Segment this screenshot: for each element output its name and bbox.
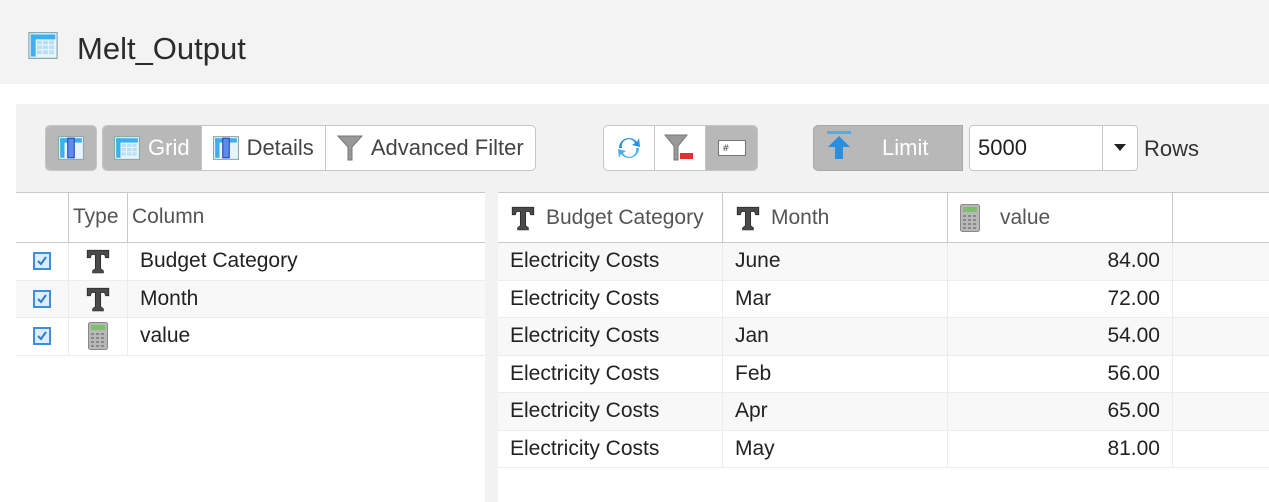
row-number-toggle[interactable]: # xyxy=(706,126,757,170)
column-row[interactable]: Month xyxy=(16,280,485,318)
column-row[interactable]: Budget Category xyxy=(16,243,485,281)
row-number-icon: # xyxy=(717,140,746,156)
columns-panel-header: Type Column xyxy=(16,193,485,243)
grid-header-month[interactable]: Month xyxy=(723,193,948,242)
cell-month: Feb xyxy=(723,355,948,392)
dropdown-arrow-icon[interactable] xyxy=(1103,126,1137,170)
refresh-button[interactable] xyxy=(604,126,655,170)
table-row[interactable]: Electricity Costs Mar 72.00 xyxy=(498,280,1269,318)
check-header xyxy=(16,193,69,242)
cell-month: May xyxy=(723,430,948,467)
column-view-icon xyxy=(58,136,84,160)
clear-filter-icon xyxy=(664,134,693,161)
cell-budget-category: Electricity Costs xyxy=(498,355,723,392)
columns-panel: Type Column Budget Category Month value xyxy=(16,192,485,502)
cell-filler xyxy=(1173,431,1269,468)
grid-actions: # xyxy=(603,125,758,171)
column-visible-checkbox[interactable] xyxy=(33,289,51,308)
limit-button[interactable]: Limit xyxy=(813,125,963,171)
content-area: Grid Details Advanced Filter # Limit 500… xyxy=(16,104,1269,502)
limit-label: Limit xyxy=(882,135,929,160)
checkmark-icon xyxy=(35,292,49,306)
grid-header-budget-category[interactable]: Budget Category xyxy=(498,193,723,242)
text-type-icon xyxy=(735,205,761,231)
cell-filler xyxy=(1173,281,1269,318)
column-name: value xyxy=(140,324,191,347)
cell-month: June xyxy=(723,243,948,280)
tab-details-label: Details xyxy=(246,135,314,160)
refresh-icon xyxy=(618,138,640,158)
cell-value: 56.00 xyxy=(948,355,1173,392)
title-bar: Melt_Output xyxy=(0,0,1269,84)
column-row[interactable]: value xyxy=(16,318,485,356)
tab-grid[interactable]: Grid xyxy=(103,126,202,170)
cell-month: Apr xyxy=(723,393,948,430)
tab-grid-label: Grid xyxy=(148,135,190,160)
header-label: Month xyxy=(771,205,830,229)
rows-label: Rows xyxy=(1144,136,1200,161)
column-view-button[interactable] xyxy=(46,126,96,170)
tab-advanced-filter-label: Advanced Filter xyxy=(370,135,524,160)
cell-value: 54.00 xyxy=(948,318,1173,355)
table-row[interactable]: Electricity Costs Feb 56.00 xyxy=(498,355,1269,393)
svg-text:#: # xyxy=(722,144,730,154)
page-title: Melt_Output xyxy=(77,31,246,66)
tab-advanced-filter[interactable]: Advanced Filter xyxy=(326,126,535,170)
toolbar: Grid Details Advanced Filter # Limit 500… xyxy=(16,104,1269,192)
tab-details[interactable]: Details xyxy=(202,126,326,170)
cell-budget-category: Electricity Costs xyxy=(498,430,723,467)
cell-month: Jan xyxy=(723,318,948,355)
limit-up-icon xyxy=(827,131,851,159)
text-type-icon xyxy=(510,205,536,231)
cell-value: 65.00 xyxy=(948,393,1173,430)
cell-budget-category: Electricity Costs xyxy=(498,243,723,280)
filter-icon xyxy=(336,135,363,161)
header-label: value xyxy=(1000,205,1051,229)
table-row[interactable]: Electricity Costs Jan 54.00 xyxy=(498,318,1269,356)
cell-budget-category: Electricity Costs xyxy=(498,280,723,317)
numeric-type-icon xyxy=(960,204,980,232)
grid-header-filler xyxy=(1173,193,1269,242)
table-row[interactable]: Electricity Costs June 84.00 xyxy=(498,243,1269,281)
panel-splitter[interactable] xyxy=(485,192,498,502)
column-header[interactable]: Column xyxy=(128,193,485,242)
view-tabs: Grid Details Advanced Filter xyxy=(102,125,536,171)
column-visible-checkbox[interactable] xyxy=(33,252,51,271)
column-view-toggle[interactable] xyxy=(45,125,97,171)
cell-month: Mar xyxy=(723,280,948,317)
cell-filler xyxy=(1173,243,1269,280)
cell-budget-category: Electricity Costs xyxy=(498,393,723,430)
checkmark-icon xyxy=(35,329,49,343)
grid-header: Budget Category Month value xyxy=(498,193,1269,243)
cell-filler xyxy=(1173,393,1269,430)
cell-value: 72.00 xyxy=(948,280,1173,317)
details-icon xyxy=(213,136,239,160)
column-name: Budget Category xyxy=(140,249,298,272)
data-grid: Budget Category Month value Electricity … xyxy=(498,192,1269,502)
cell-filler xyxy=(1173,356,1269,393)
limit-select[interactable]: 5000 xyxy=(969,125,1138,171)
grid-header-value[interactable]: value xyxy=(948,193,1173,242)
cell-budget-category: Electricity Costs xyxy=(498,318,723,355)
column-visible-checkbox[interactable] xyxy=(33,327,51,346)
header-label: Budget Category xyxy=(546,205,704,229)
clear-filter-button[interactable] xyxy=(655,126,706,170)
checkmark-icon xyxy=(35,254,49,268)
text-type-icon xyxy=(85,248,111,274)
table-icon xyxy=(28,32,58,59)
table-row[interactable]: Electricity Costs May 81.00 xyxy=(498,430,1269,468)
limit-value[interactable]: 5000 xyxy=(970,126,1103,170)
table-row[interactable]: Electricity Costs Apr 65.00 xyxy=(498,393,1269,431)
cell-filler xyxy=(1173,318,1269,355)
type-header[interactable]: Type xyxy=(69,193,128,242)
grid-icon xyxy=(114,136,140,160)
cell-value: 84.00 xyxy=(948,243,1173,280)
text-type-icon xyxy=(85,286,111,312)
grid-body: Electricity Costs June 84.00 Electricity Co… xyxy=(498,243,1269,468)
column-name: Month xyxy=(140,286,199,310)
cell-value: 81.00 xyxy=(948,430,1173,467)
numeric-type-icon xyxy=(88,322,108,350)
